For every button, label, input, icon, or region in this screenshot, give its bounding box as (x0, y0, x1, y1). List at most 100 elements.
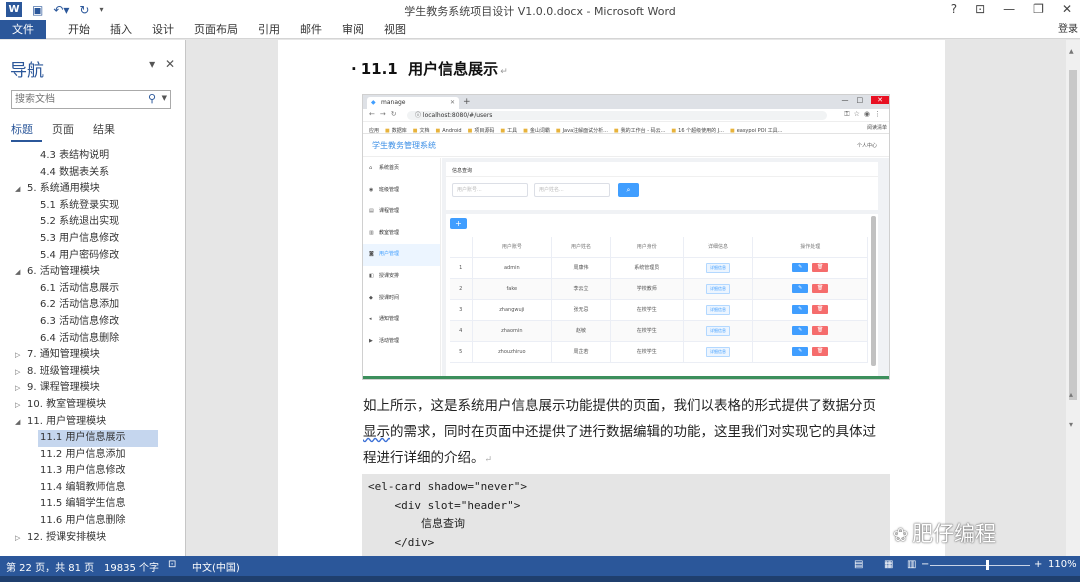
read-mode-icon[interactable]: ▤ (854, 559, 863, 570)
tab-home[interactable]: 开始 (58, 20, 100, 39)
add-user-button: + (450, 218, 467, 229)
outline-item[interactable]: 4.3 表结构说明 (0, 148, 186, 165)
tab-file[interactable]: 文件 (0, 20, 46, 39)
outline-item[interactable]: 5.2 系统退出实现 (0, 214, 186, 231)
nav-options-icon[interactable]: ▾ (149, 57, 155, 71)
zoom-slider[interactable] (930, 560, 1030, 570)
outline-item[interactable]: 11.5 编辑学生信息 (0, 496, 186, 513)
table-row: 1 admin 周康伟 系统管理员 详细信息 ✎ 🗑 (450, 257, 868, 279)
tab-references[interactable]: 引用 (248, 20, 290, 39)
expand-icon[interactable]: ▷ (15, 364, 20, 381)
outline-item[interactable]: 6.3 活动信息修改 (0, 314, 186, 331)
outline-item[interactable]: 11.3 用户信息修改 (0, 463, 186, 480)
screenshot-taskbar-edge (363, 376, 889, 379)
outline-item[interactable]: ▷ 9. 课程管理模块 (0, 380, 186, 397)
menu-item-icon: ◉ (369, 186, 374, 193)
expand-icon[interactable]: ▷ (15, 347, 20, 364)
outline-item[interactable]: ◢ 11. 用户管理模块 (0, 414, 186, 431)
cell-detail: 详细信息 (683, 278, 754, 300)
bookmark-item: 16 个超级使用的 J... (671, 128, 724, 133)
bookmark-item: Java注解面试分析... (556, 128, 608, 133)
expand-icon[interactable]: ▷ (15, 397, 20, 414)
outline-item[interactable]: 11.2 用户信息添加 (0, 447, 186, 464)
nav-tab-results[interactable]: 结果 (93, 121, 124, 142)
scroll-thumb[interactable] (1069, 70, 1077, 400)
restore-button[interactable]: ❐ (1033, 2, 1044, 16)
minimize-button[interactable]: — (1003, 2, 1015, 16)
cell-account: zhangwuji (472, 299, 553, 321)
content-scrollbar (871, 216, 876, 366)
outline-item[interactable]: 11.6 用户信息删除 (0, 513, 186, 530)
outline-item-label: 7. 通知管理模块 (27, 349, 100, 361)
outline-item[interactable]: 11.4 编辑教师信息 (0, 480, 186, 497)
tab-insert[interactable]: 插入 (100, 20, 142, 39)
collapse-icon[interactable]: ◢ (15, 264, 20, 281)
embedded-screenshot[interactable]: ◆ manage ✕ + — □ ✕ ←→↻ ⓘ localhost:8080/… (362, 94, 890, 380)
outline-item[interactable]: 5.3 用户信息修改 (0, 231, 186, 248)
zoom-in-button[interactable]: + (1034, 559, 1042, 570)
browser-toolbar-icons: ⚿☆◉⋮ (844, 110, 885, 118)
help-button[interactable]: ? (951, 2, 957, 16)
new-tab-icon: + (463, 97, 471, 107)
cell-account: admin (472, 257, 553, 279)
expand-icon[interactable]: ▷ (15, 380, 20, 397)
tab-design[interactable]: 设计 (142, 20, 184, 39)
outline-item[interactable]: 5.4 用户密码修改 (0, 248, 186, 265)
outline-item[interactable]: 6.1 活动信息展示 (0, 281, 186, 298)
ribbon-display-icon[interactable]: ⊡ (975, 2, 985, 16)
outline-item[interactable]: 6.4 活动信息删除 (0, 331, 186, 348)
outline-item[interactable]: 4.4 数据表关系 (0, 165, 186, 182)
outline-item[interactable]: 6.2 活动信息添加 (0, 297, 186, 314)
zoom-out-button[interactable]: − (921, 559, 929, 570)
tab-page-layout[interactable]: 页面布局 (184, 20, 248, 39)
collapse-icon[interactable]: ◢ (15, 414, 20, 431)
outline-item[interactable]: ◢ 6. 活动管理模块 (0, 264, 186, 281)
col-name: 用户姓名 (551, 237, 611, 258)
close-button[interactable]: ✕ (1062, 2, 1072, 16)
outline-item-label: 5. 系统通用模块 (27, 183, 100, 195)
zoom-level[interactable]: 110% (1048, 559, 1077, 570)
web-layout-icon[interactable]: ▥ (907, 559, 916, 570)
nav-search-input[interactable] (12, 91, 142, 108)
word-count[interactable]: 19835 个字 (104, 559, 159, 574)
nav-tab-headings[interactable]: 标题 (11, 121, 42, 142)
cell-actions: ✎ 🗑 (752, 257, 868, 279)
expand-icon[interactable]: ▷ (15, 530, 20, 547)
menu-item-icon: ▶ (369, 337, 373, 344)
print-layout-icon[interactable]: ▦ (884, 559, 893, 570)
proofing-icon[interactable]: ⊡ (168, 559, 176, 570)
document-page[interactable]: · 11.1 用户信息展示 ↵ ◆ manage ✕ + — □ ✕ ←→↻ ⓘ l… (278, 40, 945, 556)
sign-in-link[interactable]: 登录 (1058, 20, 1078, 39)
nav-tab-pages[interactable]: 页面 (52, 121, 83, 142)
outline-item[interactable]: ▷ 7. 通知管理模块 (0, 347, 186, 364)
zoom-slider-knob[interactable] (986, 560, 989, 570)
tab-view[interactable]: 视图 (374, 20, 416, 39)
outline-item[interactable]: ▷ 10. 教室管理模块 (0, 397, 186, 414)
outline-item[interactable]: ▷ 8. 班级管理模块 (0, 364, 186, 381)
tab-mailings[interactable]: 邮件 (290, 20, 332, 39)
vertical-scrollbar[interactable]: ▲ ▴ ▾ (1066, 40, 1080, 556)
page-count[interactable]: 第 22 页，共 81 页 (6, 559, 94, 574)
next-page-icon[interactable]: ▾ (1069, 420, 1073, 429)
menu-item-label: 课程管理 (379, 208, 400, 215)
tab-review[interactable]: 审阅 (332, 20, 374, 39)
outline-item-label: 5.3 用户信息修改 (40, 232, 120, 244)
browser-tab-title: manage (381, 99, 406, 106)
col-detail: 详细信息 (683, 237, 754, 258)
search-icon[interactable]: ⚲ (148, 92, 156, 105)
outline-item[interactable]: 11.1 用户信息展示 (0, 430, 186, 447)
bookmark-item: 项目源码 (468, 128, 495, 133)
scroll-up-icon[interactable]: ▲ (1069, 48, 1074, 55)
language[interactable]: 中文(中国) (192, 559, 240, 574)
outline-item-label: 10. 教室管理模块 (27, 398, 107, 410)
nav-close-icon[interactable]: ✕ (165, 57, 175, 71)
outline-item[interactable]: ▷ 12. 授课安排模块 (0, 530, 186, 547)
table-row: 5 zhouzhiruo 周芷若 在校学生 详细信息 ✎ 🗑 (450, 341, 868, 363)
search-dropdown-icon[interactable]: ▼ (162, 94, 167, 102)
outline-item[interactable]: ◢ 5. 系统通用模块 (0, 181, 186, 198)
outline-item-label: 4.4 数据表关系 (40, 166, 110, 178)
prev-page-icon[interactable]: ▴ (1069, 390, 1073, 399)
edit-icon: ✎ (792, 326, 809, 335)
collapse-icon[interactable]: ◢ (15, 181, 20, 198)
outline-item[interactable]: 5.1 系统登录实现 (0, 198, 186, 215)
